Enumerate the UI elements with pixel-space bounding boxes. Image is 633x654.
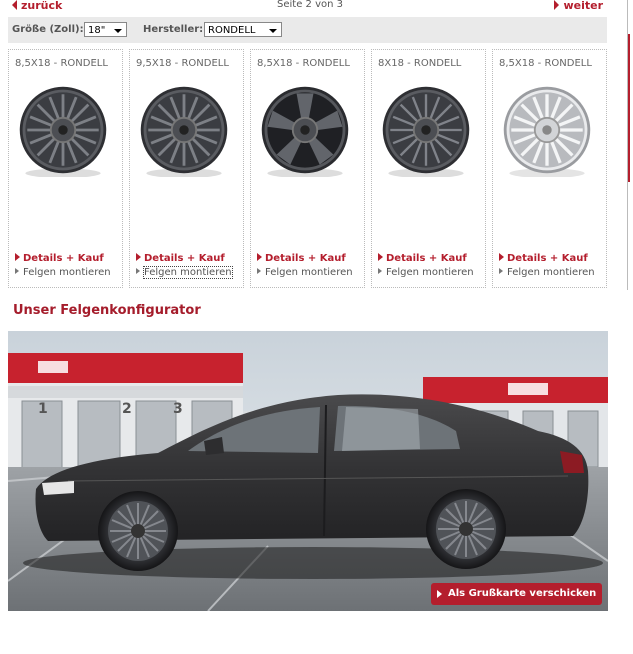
arrow-right-icon [378,253,383,261]
mount-link-label: Felgen montieren [23,267,111,278]
prev-page-link[interactable]: zurück [12,0,62,12]
arrow-right-icon [554,0,560,10]
edge-accent [628,34,633,182]
size-select-value: 18" [88,25,106,36]
details-link[interactable]: Details + Kauf [15,253,104,264]
bay-number: 2 [122,401,132,417]
arrow-right-icon [257,253,262,261]
arrow-right-icon [136,268,140,274]
mount-link-label: Felgen montieren [265,267,353,278]
prev-page-label: zurück [21,0,63,12]
filter-bar: Größe (Zoll): 18" Hersteller: RONDELL [8,17,607,43]
size-select[interactable]: 18" [84,22,127,37]
size-label: Größe (Zoll): [12,24,84,35]
details-link-label: Details + Kauf [386,253,467,264]
arrow-right-icon [499,253,504,261]
mount-link-label: Felgen montieren [507,267,595,278]
arrow-right-icon [136,253,141,261]
arrow-right-icon [378,268,382,274]
mount-link[interactable]: Felgen montieren [499,267,595,278]
product-title: 9,5X18 - RONDELL [136,58,229,69]
bay-number: 3 [173,401,183,417]
mount-link[interactable]: Felgen montieren [136,266,233,279]
details-link-label: Details + Kauf [265,253,346,264]
send-postcard-button[interactable]: Als Grußkarte verschicken [431,583,602,605]
send-postcard-label: Als Grußkarte verschicken [448,588,597,599]
maker-select[interactable]: RONDELL [204,22,282,37]
details-link[interactable]: Details + Kauf [378,253,467,264]
arrow-right-icon [15,268,19,274]
wheel-image[interactable] [16,83,110,177]
arrow-right-icon [257,268,261,274]
details-link-label: Details + Kauf [144,253,225,264]
product-card: 8,5X18 - RONDELL Details + Kauf Felgen m… [250,49,365,288]
chevron-down-icon [114,29,122,33]
arrow-left-icon [12,0,17,10]
product-card: 8X18 - RONDELL Details + Kauf Felgen mon… [371,49,486,288]
configurator-scene: 1 2 3 [8,331,608,611]
maker-label: Hersteller: [143,24,204,35]
product-card: 9,5X18 - RONDELL Details + Kauf Felgen m… [129,49,244,288]
maker-select-value: RONDELL [208,25,256,36]
mount-link[interactable]: Felgen montieren [257,267,353,278]
chevron-down-icon [269,29,277,33]
product-title: 8,5X18 - RONDELL [257,58,350,69]
wheel-image[interactable] [500,83,594,177]
mount-link-label: Felgen montieren [143,266,233,279]
wheel-image[interactable] [258,83,352,177]
next-page-link[interactable]: weiter [554,0,603,12]
page-edge-frame [627,0,633,290]
details-link-label: Details + Kauf [23,253,104,264]
product-card: 8,5X18 - RONDELL Details + Kauf Felgen m… [8,49,123,288]
page: zurück Seite 2 von 3 weiter Größe (Zoll)… [0,0,633,654]
arrow-right-icon [15,253,20,261]
page-info: Seite 2 von 3 [277,0,343,10]
pager: zurück Seite 2 von 3 weiter [0,0,633,14]
configurator-title: Unser Felgenkonfigurator [13,303,201,318]
car-preview-image: 1 2 3 [8,331,608,611]
wheel-image[interactable] [379,83,473,177]
mount-link[interactable]: Felgen montieren [378,267,474,278]
product-title: 8,5X18 - RONDELL [15,58,108,69]
product-title: 8,5X18 - RONDELL [499,58,592,69]
wheel-image[interactable] [137,83,231,177]
mount-link-label: Felgen montieren [386,267,474,278]
bay-number: 1 [38,401,48,417]
details-link[interactable]: Details + Kauf [499,253,588,264]
arrow-right-icon [437,590,442,598]
product-title: 8X18 - RONDELL [378,58,462,69]
next-page-label: weiter [563,0,603,12]
mount-link[interactable]: Felgen montieren [15,267,111,278]
details-link-label: Details + Kauf [507,253,588,264]
details-link[interactable]: Details + Kauf [257,253,346,264]
details-link[interactable]: Details + Kauf [136,253,225,264]
product-grid: 8,5X18 - RONDELL Details + Kauf Felgen m… [8,49,607,289]
arrow-right-icon [499,268,503,274]
product-card: 8,5X18 - RONDELL Details + Kauf Felgen m… [492,49,607,288]
